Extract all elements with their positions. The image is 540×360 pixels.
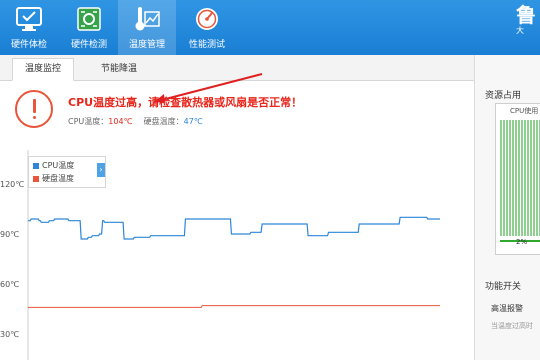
legend-item-cpu[interactable]: CPU温度 <box>33 160 74 171</box>
cpu-temp-label: CPU温度： <box>68 117 109 126</box>
resources-title: 资源占用 <box>485 91 522 101</box>
series-line-cpu <box>28 216 440 240</box>
high-temp-alarm-toggle[interactable]: 高温报警 <box>491 303 523 314</box>
toolbar-label: 硬件体检 <box>10 40 47 50</box>
top-toolbar: 硬件体检 硬件检测 温度管理 性能测试 鲁 大 <box>0 0 540 55</box>
high-temp-alarm-desc: 当温度过高时 <box>491 322 533 330</box>
brand-logo: 鲁 大 <box>516 4 540 48</box>
tab-temperature-monitor[interactable]: 温度监控 <box>12 58 74 81</box>
meter-value: 2% <box>516 238 528 246</box>
toolbar-label: 温度管理 <box>128 40 165 50</box>
meter-label: CPU使用 <box>510 107 539 115</box>
legend-swatch-disk <box>33 175 39 182</box>
disk-temp-value: 47℃ <box>183 117 203 126</box>
app-window: 硬件体检 硬件检测 温度管理 性能测试 鲁 大 温度监控 节能降温 CPU温度过… <box>0 0 540 360</box>
y-tick-label: 60℃ <box>0 280 19 289</box>
toolbar-temperature[interactable]: 温度管理 <box>118 0 176 55</box>
toolbar-hardware-checkup[interactable]: 硬件体检 <box>0 0 58 55</box>
thermometer-icon <box>135 7 160 31</box>
right-panel: 资源占用 CPU使用 2% 功能开关 高温报警 当温度过高时 <box>474 55 540 360</box>
brand-text: 鲁 <box>516 4 536 27</box>
y-tick-label: 120℃ <box>0 180 24 189</box>
chart-legend: CPU温度 硬盘温度 › <box>28 156 106 188</box>
y-tick-label: 30℃ <box>0 330 19 339</box>
circuit-board-icon <box>77 7 101 31</box>
meter-bars <box>500 120 540 236</box>
cpu-temp-value: 104℃ <box>108 117 133 126</box>
toolbar-label: 硬件检测 <box>70 40 107 50</box>
brand-subtext: 大 <box>516 26 524 35</box>
legend-item-disk[interactable]: 硬盘温度 <box>33 173 74 184</box>
legend-label-cpu: CPU温度 <box>42 161 75 170</box>
features-title: 功能开关 <box>485 282 522 292</box>
temperature-readout: CPU温度：104℃ 硬盘温度：47℃ <box>68 116 203 127</box>
cpu-usage-meter: CPU使用 2% <box>495 103 540 255</box>
legend-label-disk: 硬盘温度 <box>42 174 74 183</box>
y-tick-label: 90℃ <box>0 230 19 239</box>
disk-temp-label: 硬盘温度： <box>143 117 184 126</box>
monitor-check-icon <box>16 7 42 31</box>
toolbar-performance[interactable]: 性能测试 <box>178 0 236 55</box>
speedometer-icon <box>196 8 218 30</box>
series-line-disk <box>28 305 440 308</box>
annotation-arrow-icon <box>153 73 263 103</box>
legend-expand-icon[interactable]: › <box>97 163 105 177</box>
toolbar-hardware-detect[interactable]: 硬件检测 <box>60 0 118 55</box>
alert-icon <box>15 90 53 128</box>
toolbar-label: 性能测试 <box>188 40 225 50</box>
legend-swatch-cpu <box>33 162 39 169</box>
